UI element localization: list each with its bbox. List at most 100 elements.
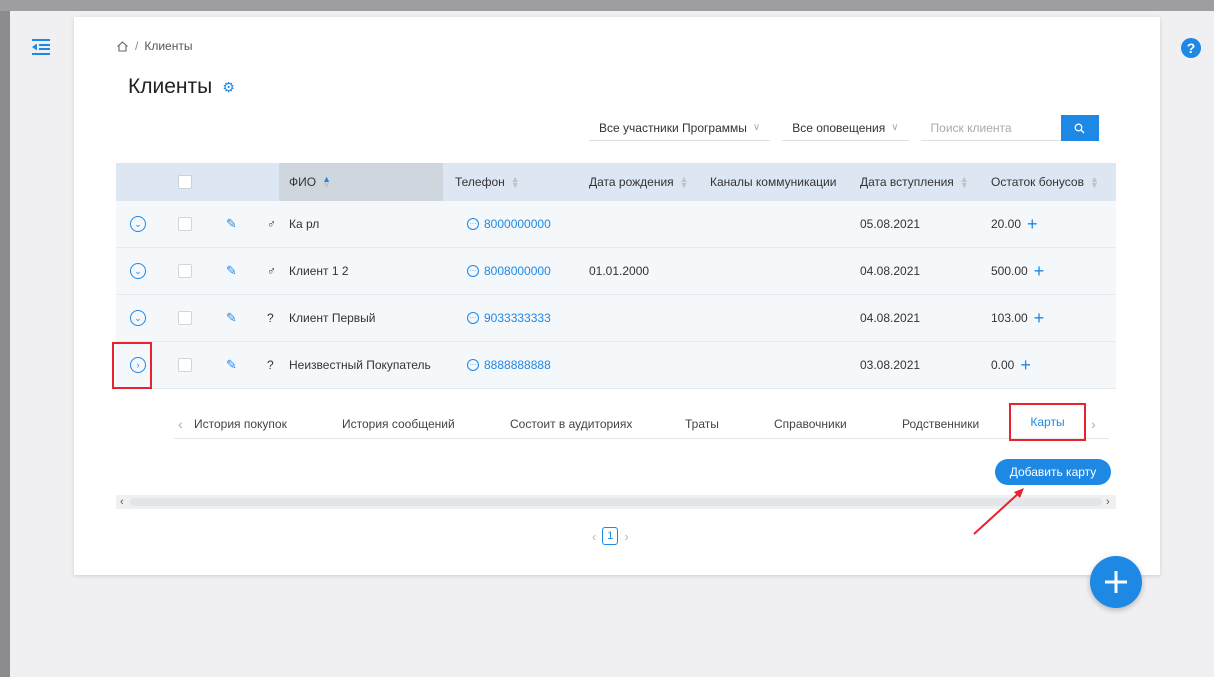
sort-icon: ▲ ▼ [679, 174, 689, 190]
add-bonus-icon[interactable]: + [1034, 309, 1045, 327]
select-all-checkbox[interactable] [178, 175, 192, 189]
phone-link[interactable]: … 9033333333 [467, 311, 551, 325]
checkbox-cell [178, 248, 192, 294]
add-bonus-icon[interactable]: + [1027, 215, 1038, 233]
expand-cell: ⌄ [130, 201, 146, 247]
bonus-value: 20.00 [991, 217, 1022, 231]
next-page-icon[interactable]: › [624, 529, 628, 544]
client-name: Клиент 1 2 [289, 264, 349, 278]
chevron-down-icon: ∨ [752, 122, 761, 133]
chat-icon: … [467, 218, 479, 230]
page-number[interactable]: 1 [602, 527, 619, 545]
expand-down-icon[interactable]: ⌄ [130, 216, 146, 232]
gender-icon: ♂ [267, 217, 276, 231]
header-fio-label: ФИО [289, 175, 317, 189]
chat-icon: … [467, 359, 479, 371]
scroll-left-icon[interactable]: ‹ [120, 495, 124, 509]
notifications-filter-label: Все оповещения [792, 120, 886, 135]
page-title: Клиенты ⚙ [128, 75, 235, 99]
header-phone-label: Телефон [455, 175, 505, 189]
help-icon[interactable]: ? [1181, 38, 1201, 58]
row-checkbox[interactable] [178, 311, 192, 325]
edit-icon[interactable]: ✎ [226, 310, 237, 326]
add-bonus-icon[interactable]: + [1034, 262, 1045, 280]
annotation-arrow-icon [973, 488, 1024, 535]
sort-asc-icon: ▲ ▼ [322, 174, 332, 190]
row-checkbox[interactable] [178, 264, 192, 278]
bonus-cell: 103.00 + [991, 295, 1044, 341]
checkbox-cell [178, 295, 192, 341]
tab-spending[interactable]: Траты [685, 409, 719, 439]
header-birthdate[interactable]: Дата рождения ▲ ▼ [589, 163, 689, 201]
phone-link[interactable]: … 8008000000 [467, 264, 551, 278]
table-row[interactable]: › ✎ ? Неизвестный Покупатель … 8888888888… [112, 342, 1116, 389]
phone-number: 9033333333 [484, 311, 551, 325]
bonus-value: 103.00 [991, 311, 1028, 325]
sidebar-toggle-icon[interactable] [30, 36, 52, 58]
scroll-right-icon[interactable]: › [1106, 495, 1110, 509]
home-icon[interactable] [116, 40, 129, 53]
tab-relatives[interactable]: Родственники [902, 409, 979, 439]
header-phone[interactable]: Телефон ▲ ▼ [455, 163, 520, 201]
search-button[interactable] [1060, 115, 1099, 141]
horizontal-scrollbar[interactable]: ‹ › [116, 495, 1116, 509]
add-client-fab[interactable] [1090, 556, 1142, 608]
bonus-value: 500.00 [991, 264, 1028, 278]
phone-cell: … 8008000000 [467, 248, 551, 294]
row-checkbox[interactable] [178, 358, 192, 372]
edit-cell: ✎ [226, 201, 237, 247]
scrollbar-thumb[interactable] [130, 498, 1102, 506]
edit-cell: ✎ [226, 248, 237, 294]
header-fio[interactable]: ФИО ▲ ▼ [289, 163, 331, 201]
add-card-button[interactable]: Добавить карту [995, 459, 1111, 485]
page-title-text: Клиенты [128, 75, 213, 98]
row-checkbox[interactable] [178, 217, 192, 231]
select-all-cell [178, 163, 192, 201]
participants-filter[interactable]: Все участники Программы ∨ [589, 115, 771, 141]
phone-number: 8008000000 [484, 264, 551, 278]
table-row[interactable]: ⌄ ✎ ♂ Ка рл … 8000000000 05.08.2021 20.00… [116, 201, 1116, 248]
tab-cards[interactable]: Карты [1009, 403, 1086, 441]
table-row[interactable]: ⌄ ✎ ? Клиент Первый … 9033333333 04.08.20… [116, 295, 1116, 342]
birthdate-cell: 01.01.2000 [589, 264, 650, 278]
gear-icon[interactable]: ⚙ [222, 79, 235, 96]
bonus-value: 0.00 [991, 358, 1015, 372]
phone-number: 8888888888 [484, 358, 551, 372]
clients-table: ФИО ▲ ▼ Телефон ▲ ▼ Дата рождения ▲ ▼ Канал… [112, 163, 1116, 389]
phone-cell: … 9033333333 [467, 295, 551, 341]
tab-purchase-history[interactable]: История покупок [194, 409, 287, 439]
expand-down-icon[interactable]: ⌄ [130, 310, 146, 326]
phone-link[interactable]: … 8888888888 [467, 358, 551, 372]
tabs-prev-icon[interactable]: ‹ [178, 409, 183, 439]
edit-icon[interactable]: ✎ [226, 357, 237, 373]
checkbox-cell [178, 201, 192, 247]
header-bonus-label: Остаток бонусов [991, 175, 1084, 189]
bonus-cell: 20.00 + [991, 201, 1038, 247]
add-bonus-icon[interactable]: + [1020, 356, 1031, 374]
gender-icon: ? [267, 311, 274, 325]
search-input[interactable] [920, 115, 1061, 141]
breadcrumb: / Клиенты [116, 39, 192, 53]
edit-cell: ✎ [226, 342, 237, 388]
table-row[interactable]: ⌄ ✎ ♂ Клиент 1 2 … 8008000000 01.01.2000 … [116, 248, 1116, 295]
notifications-filter[interactable]: Все оповещения ∨ [782, 115, 909, 141]
tabs-next-icon[interactable]: › [1091, 409, 1096, 439]
search-icon [1074, 123, 1085, 133]
edit-icon[interactable]: ✎ [226, 216, 237, 232]
chevron-down-icon: ∨ [891, 122, 899, 133]
header-bonus[interactable]: Остаток бонусов ▲ ▼ [991, 163, 1099, 201]
phone-link[interactable]: … 8000000000 [467, 217, 551, 231]
edit-icon[interactable]: ✎ [226, 263, 237, 279]
header-joined-label: Дата вступления [860, 175, 954, 189]
sort-icon: ▲ ▼ [510, 174, 520, 190]
expand-down-icon[interactable]: ⌄ [130, 263, 146, 279]
joined-cell: 05.08.2021 [860, 217, 921, 231]
prev-page-icon[interactable]: ‹ [592, 529, 596, 544]
tab-message-history[interactable]: История сообщений [342, 409, 455, 439]
header-channels-label: Каналы коммуникации [710, 175, 837, 189]
joined-cell: 03.08.2021 [860, 358, 921, 372]
tab-audiences[interactable]: Состоит в аудиториях [510, 409, 632, 439]
tab-references[interactable]: Справочники [774, 409, 847, 439]
header-joined[interactable]: Дата вступления ▲ ▼ [860, 163, 969, 201]
gender-icon: ? [267, 358, 274, 372]
